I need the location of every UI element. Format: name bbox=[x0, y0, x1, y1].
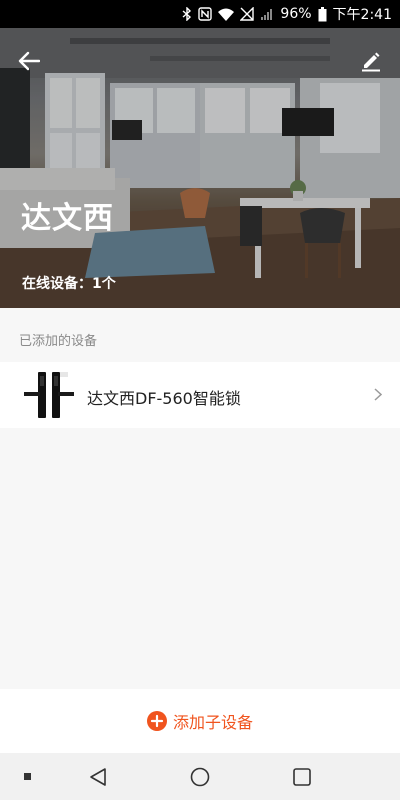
recent-dot-icon bbox=[24, 772, 31, 780]
nav-back-button[interactable] bbox=[80, 753, 116, 800]
plus-circle-icon bbox=[146, 711, 167, 731]
status-bar: 96% 下午2:41 bbox=[0, 0, 400, 28]
device-group-page: 96% 下午2:41 达文西 在线设备：1个 已添加的设备 达文西DF-560智… bbox=[0, 0, 400, 800]
edit-button[interactable] bbox=[354, 44, 388, 78]
signal-off-icon bbox=[240, 7, 255, 21]
overview-square-icon bbox=[293, 767, 311, 786]
add-sub-device-label: 添加子设备 bbox=[172, 713, 253, 732]
added-devices-section-header: 已添加的设备 bbox=[0, 308, 400, 362]
battery-icon bbox=[318, 6, 327, 22]
wifi-icon bbox=[218, 7, 235, 21]
home-circle-icon bbox=[190, 767, 210, 786]
home-name-title: 达文西 bbox=[21, 201, 114, 236]
device-name: 达文西DF-560智能锁 bbox=[87, 389, 241, 408]
chevron-right-icon bbox=[374, 388, 382, 401]
back-button[interactable] bbox=[12, 44, 46, 78]
hero-header: 达文西 在线设备：1个 bbox=[0, 28, 400, 308]
device-list-item[interactable]: 达文西DF-560智能锁 bbox=[0, 362, 400, 428]
clock: 下午2:41 bbox=[332, 7, 392, 23]
bluetooth-icon bbox=[182, 7, 192, 21]
smart-lock-icon bbox=[24, 372, 74, 418]
battery-percent: 96% bbox=[280, 6, 312, 22]
cell-signal-icon bbox=[260, 7, 274, 21]
back-triangle-icon bbox=[90, 767, 106, 786]
nav-home-button[interactable] bbox=[182, 753, 218, 800]
pencil-icon bbox=[362, 52, 380, 72]
arrow-left-icon bbox=[18, 51, 40, 71]
online-devices-count: 在线设备：1个 bbox=[22, 276, 116, 292]
add-sub-device-button[interactable]: 添加子设备 bbox=[0, 689, 400, 753]
nfc-icon bbox=[198, 7, 213, 21]
section-title: 已添加的设备 bbox=[19, 334, 98, 349]
hero-dim-overlay bbox=[0, 28, 400, 308]
system-nav-bar bbox=[0, 753, 400, 800]
nav-overview-button[interactable] bbox=[284, 753, 320, 800]
recent-dot-button[interactable] bbox=[16, 753, 40, 800]
